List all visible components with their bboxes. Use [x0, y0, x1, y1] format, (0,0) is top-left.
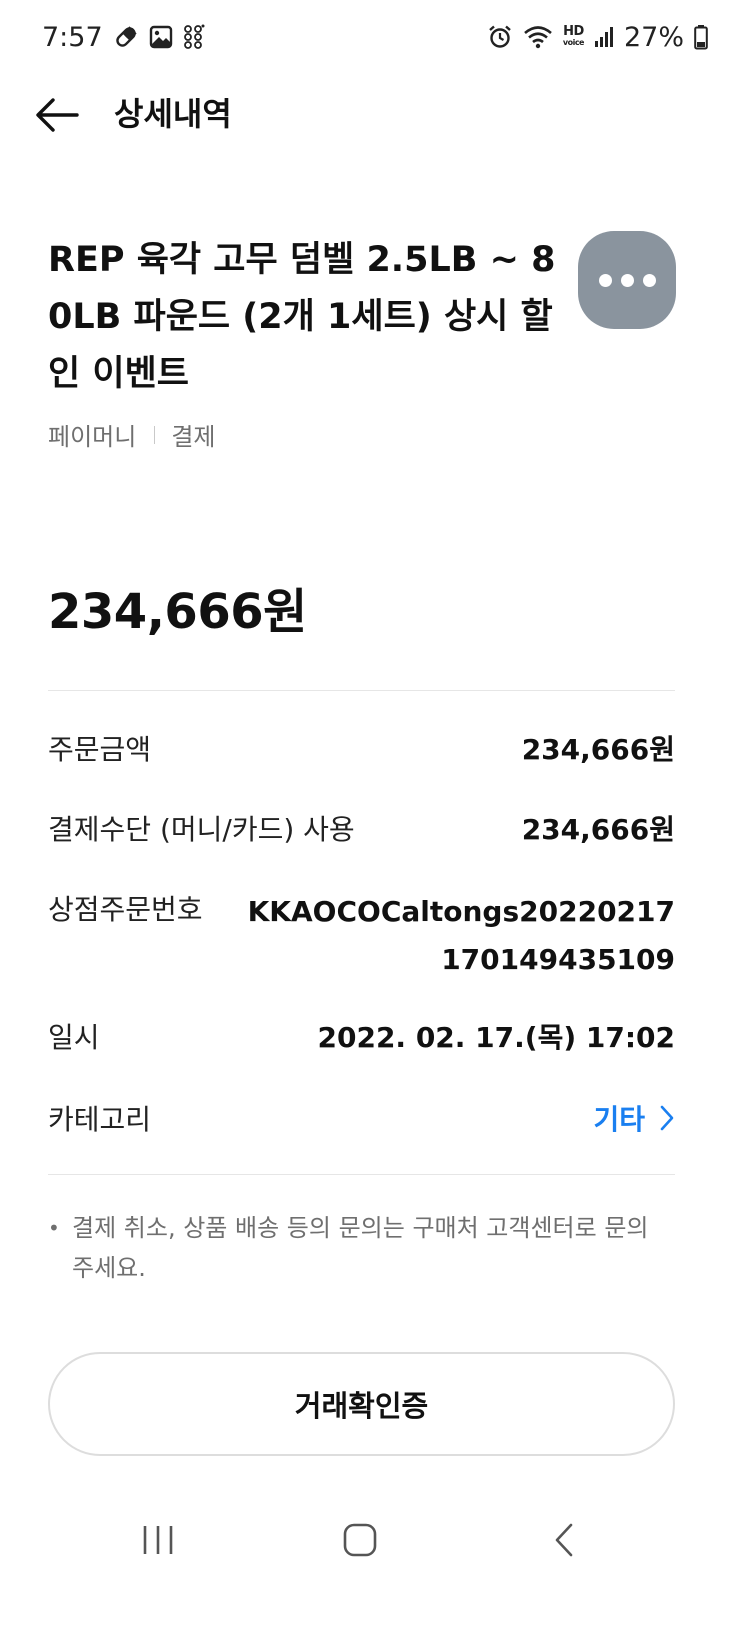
divider	[48, 690, 675, 691]
back-button[interactable]	[32, 90, 82, 140]
notice-text: 결제 취소, 상품 배송 등의 문의는 구매처 고객센터로 문의 주세요.	[72, 1214, 649, 1282]
status-time: 7:57	[42, 21, 103, 53]
more-dot-icon	[620, 273, 634, 287]
hd-voice-line2: voice	[562, 38, 585, 47]
signal-icon	[594, 26, 614, 48]
pill-icon	[113, 24, 139, 50]
recent-apps-button[interactable]	[118, 1500, 198, 1580]
payment-method-label: 결제수단 (머니/카드) 사용	[48, 813, 355, 846]
more-dot-icon	[642, 273, 656, 287]
app-header: 상세내역	[0, 74, 750, 154]
payment-method-value: 234,666원	[521, 813, 675, 846]
bullet-icon: •	[48, 1216, 60, 1240]
order-amount-label: 주문금액	[48, 733, 152, 766]
order-number-value: KKAOCOCaltongs20220217170149435109	[247, 895, 675, 976]
home-button[interactable]	[320, 1500, 400, 1580]
battery-percent: 27%	[623, 21, 684, 53]
hd-voice-line1: HD	[563, 24, 584, 39]
home-icon	[343, 1523, 377, 1557]
notice-text-block: • 결제 취소, 상품 배송 등의 문의는 구매처 고객센터로 문의 주세요.	[48, 1208, 678, 1288]
order-number-label: 상점주문번호	[48, 893, 203, 926]
alarm-icon	[487, 24, 513, 50]
transaction-certificate-button[interactable]: 거래확인증	[48, 1352, 675, 1456]
wifi-icon	[523, 25, 553, 49]
datetime-value: 2022. 02. 17.(목) 17:02	[317, 1021, 676, 1054]
system-back-button[interactable]	[524, 1500, 604, 1580]
transaction-type: 결제	[171, 423, 216, 451]
more-options-button[interactable]	[578, 231, 676, 329]
arrow-left-icon	[36, 98, 79, 132]
battery-icon	[694, 24, 708, 50]
divider	[48, 1174, 675, 1175]
order-amount-value: 234,666원	[521, 733, 675, 766]
chevron-right-icon	[660, 1105, 674, 1131]
category-value: 기타	[593, 1103, 645, 1136]
product-title: REP 육각 고무 덤벨 2.5LB ~ 80LB 파운드 (2개 1세트) 상…	[48, 240, 556, 394]
hd-voice-icon: HD voice	[562, 24, 585, 48]
status-bar-right: HD voice 27%	[487, 22, 708, 53]
dots-icon	[183, 24, 205, 50]
transaction-source: 페이머니	[48, 423, 137, 451]
category-link[interactable]: 기타	[593, 1098, 675, 1138]
recent-apps-icon	[143, 1526, 173, 1554]
status-bar: 7:57 HD voice 27%	[0, 0, 750, 74]
transaction-detail-screen: 7:57 HD voice 27% 상세내역 REP 육각 고무 덤벨 2.5L…	[0, 0, 750, 1625]
total-amount: 234,666원	[48, 584, 307, 640]
meta-separator	[154, 425, 156, 444]
page-title: 상세내역	[114, 95, 232, 133]
image-icon	[149, 25, 173, 49]
transaction-meta: 페이머니 결제	[48, 417, 216, 452]
chevron-left-icon	[555, 1523, 573, 1557]
category-label: 카테고리	[48, 1103, 152, 1136]
system-nav-bar	[0, 1480, 750, 1625]
more-dot-icon	[598, 273, 612, 287]
datetime-label: 일시	[48, 1021, 100, 1054]
status-bar-left: 7:57	[42, 22, 205, 53]
